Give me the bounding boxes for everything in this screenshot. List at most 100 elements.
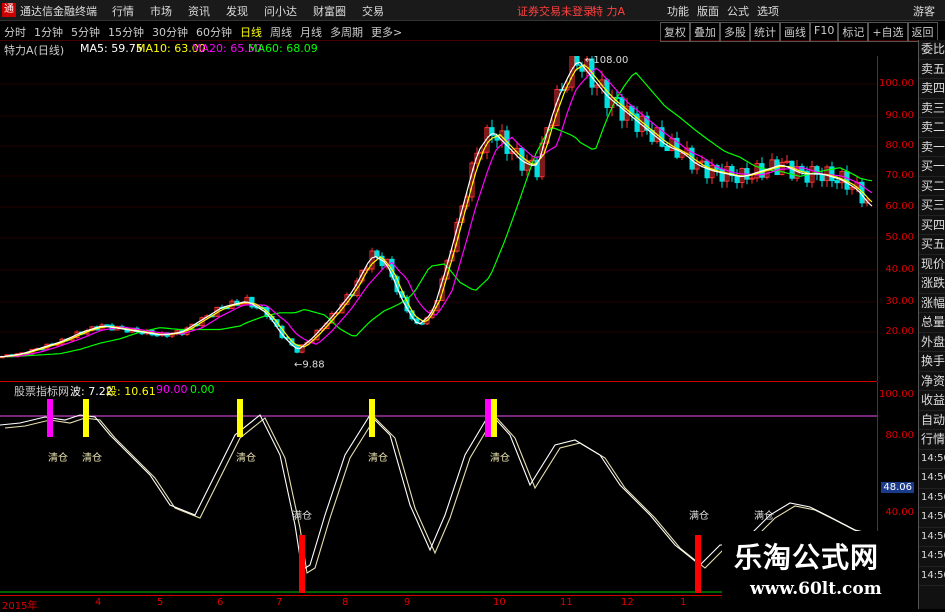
menu-item[interactable]: 功能 — [667, 3, 689, 19]
side-panel-item[interactable]: 卖三 — [919, 99, 945, 118]
tab-timeframe[interactable]: 30分钟 — [152, 24, 188, 40]
side-panel-item[interactable]: 买三 — [919, 196, 945, 216]
side-panel-item[interactable]: 14:50 — [919, 547, 945, 567]
timeframe-bar: 分时 1分钟 5分钟 15分钟 30分钟 60分钟 日线 周线 月线 多周期 更… — [0, 21, 945, 42]
sell-signal-bar — [83, 399, 89, 437]
main-chart-header: 特力A(日线) MA5: 59.75 MA10: 63.00 MA20: 65.… — [0, 42, 945, 57]
price-tick: 20.00 — [885, 326, 914, 337]
side-panel-item[interactable]: 行情 — [919, 430, 945, 450]
side-panel-item[interactable]: 收益 — [919, 391, 945, 411]
sell-signal-label: 清仓 — [490, 451, 510, 464]
tool-button[interactable]: +自选 — [868, 22, 908, 42]
tool-button[interactable]: F10 — [810, 22, 839, 42]
menu-item[interactable]: 财富圈 — [313, 3, 346, 19]
side-panel-item[interactable]: 卖五 — [919, 60, 945, 79]
menu-item[interactable]: 市场 — [150, 3, 172, 19]
right-menu: 功能 版面 公式 选项 — [667, 3, 779, 19]
candle-body — [834, 180, 840, 184]
tab-timeframe[interactable]: 更多> — [371, 24, 402, 40]
login-warning[interactable]: 证券交易未登录 — [517, 3, 594, 19]
tool-button[interactable]: 标记 — [838, 22, 869, 42]
tab-timeframe[interactable]: 15分钟 — [108, 24, 144, 40]
site-watermark: 乐淘公式网 www.60lt.com — [722, 531, 912, 609]
ma5-line — [0, 61, 873, 358]
side-panel-item[interactable]: 买一 — [919, 157, 945, 177]
buy-signal-bar — [695, 535, 701, 593]
menu-item[interactable]: 发现 — [226, 3, 248, 19]
title-bar: 通 通达信金融终端 行情 市场 资讯 发现 问小达 财富圈 交易 证券交易未登录… — [0, 0, 945, 21]
app-title: 通达信金融终端 — [20, 5, 97, 18]
buy-signal-bar — [299, 535, 305, 593]
indicator-tick: 100.00 — [879, 389, 914, 400]
date-tick: 11 — [560, 597, 573, 608]
guest-label[interactable]: 游客 — [913, 3, 935, 19]
side-panel-item[interactable]: 总量 — [919, 313, 945, 333]
tab-timeframe[interactable]: 月线 — [300, 24, 322, 40]
date-tick: 7 — [276, 597, 283, 608]
candle-body — [374, 250, 380, 257]
tool-button[interactable]: 复权 — [660, 22, 690, 42]
sell-signal-bar — [485, 399, 491, 437]
side-panel-item[interactable]: 涨幅 — [919, 294, 945, 313]
tab-timeframe-active[interactable]: 日线 — [240, 24, 262, 40]
sell-signal-label: 清仓 — [48, 451, 68, 464]
tab-timeframe[interactable]: 分时 — [4, 24, 26, 40]
date-tick: 2015年 — [2, 601, 38, 612]
tab-timeframe[interactable]: 周线 — [270, 24, 292, 40]
date-tick: 8 — [342, 597, 349, 608]
stock-name: 特 力A — [592, 5, 626, 18]
ma60-label: MA60: 68.09 — [248, 42, 318, 55]
side-panel-item[interactable]: 自动 — [919, 411, 945, 430]
price-chart[interactable]: ←108.00 ←9.88 — [0, 56, 877, 381]
side-panel-item[interactable]: 14:50 — [919, 508, 945, 528]
quote-side-panel: 委比 卖五 卖四 卖三 卖二 卖一 买一 买二 买三 买四 买五 现价 涨跌 涨幅 总量 外盘 换手 净资 收益 自动… — [918, 40, 945, 609]
toolbar: 复权 叠加 多股 统计 画线 F10 标记 +自选 返回 — [660, 22, 938, 42]
buy-signal-label: 满仓 — [754, 509, 774, 522]
side-panel-item[interactable]: 现价 — [919, 255, 945, 274]
side-panel-item[interactable]: 委比 — [919, 40, 945, 60]
side-panel-item[interactable]: 14:50 — [919, 489, 945, 508]
tab-timeframe[interactable]: 1分钟 — [34, 24, 63, 40]
sell-signal-label: 清仓 — [82, 451, 102, 464]
menu-item[interactable]: 资讯 — [188, 3, 210, 19]
menu-item[interactable]: 公式 — [727, 3, 749, 19]
menu-item[interactable]: 问小达 — [264, 3, 297, 19]
side-panel-item[interactable]: 14:50 — [919, 450, 945, 469]
side-panel-item[interactable]: 卖四 — [919, 79, 945, 99]
date-tick: 10 — [493, 597, 506, 608]
app-logo-icon: 通 — [2, 3, 16, 17]
side-panel-item[interactable]: 卖二 — [919, 118, 945, 138]
tool-button[interactable]: 画线 — [780, 22, 810, 42]
price-tick: 40.00 — [885, 264, 914, 275]
tool-button[interactable]: 叠加 — [690, 22, 720, 42]
price-axis: 100.00 90.00 80.00 70.00 60.00 50.00 40.00 30.0… — [877, 56, 918, 381]
side-panel-item[interactable]: 买四 — [919, 216, 945, 235]
side-panel-item[interactable]: 14:50 — [919, 567, 945, 586]
menu-item[interactable]: 行情 — [112, 3, 134, 19]
side-panel-item[interactable]: 买二 — [919, 177, 945, 196]
side-panel-item[interactable]: 14:50 — [919, 469, 945, 489]
price-tick: 30.00 — [885, 296, 914, 307]
date-tick: 12 — [621, 597, 634, 608]
candle-body — [104, 324, 110, 327]
side-panel-item[interactable]: 净资 — [919, 372, 945, 391]
tab-timeframe[interactable]: 60分钟 — [196, 24, 232, 40]
price-tick: 100.00 — [879, 78, 914, 89]
menu-item[interactable]: 选项 — [757, 3, 779, 19]
menu-item[interactable]: 交易 — [362, 3, 384, 19]
tab-timeframe[interactable]: 多周期 — [330, 24, 363, 40]
side-panel-item[interactable]: 涨跌 — [919, 274, 945, 294]
tool-button[interactable]: 多股 — [720, 22, 750, 42]
menu-item[interactable]: 版面 — [697, 3, 719, 19]
side-panel-item[interactable]: 外盘 — [919, 333, 945, 352]
side-panel-item[interactable]: 14:50 — [919, 528, 945, 547]
high-annotation: ←108.00 — [585, 56, 628, 66]
tool-button[interactable]: 统计 — [750, 22, 780, 42]
tool-button[interactable]: 返回 — [907, 22, 938, 42]
side-panel-item[interactable]: 买五 — [919, 235, 945, 255]
ma10-line — [0, 64, 873, 358]
side-panel-item[interactable]: 卖一 — [919, 138, 945, 157]
side-panel-item[interactable]: 换手 — [919, 352, 945, 372]
sell-signal-label: 清仓 — [368, 451, 388, 464]
tab-timeframe[interactable]: 5分钟 — [71, 24, 100, 40]
